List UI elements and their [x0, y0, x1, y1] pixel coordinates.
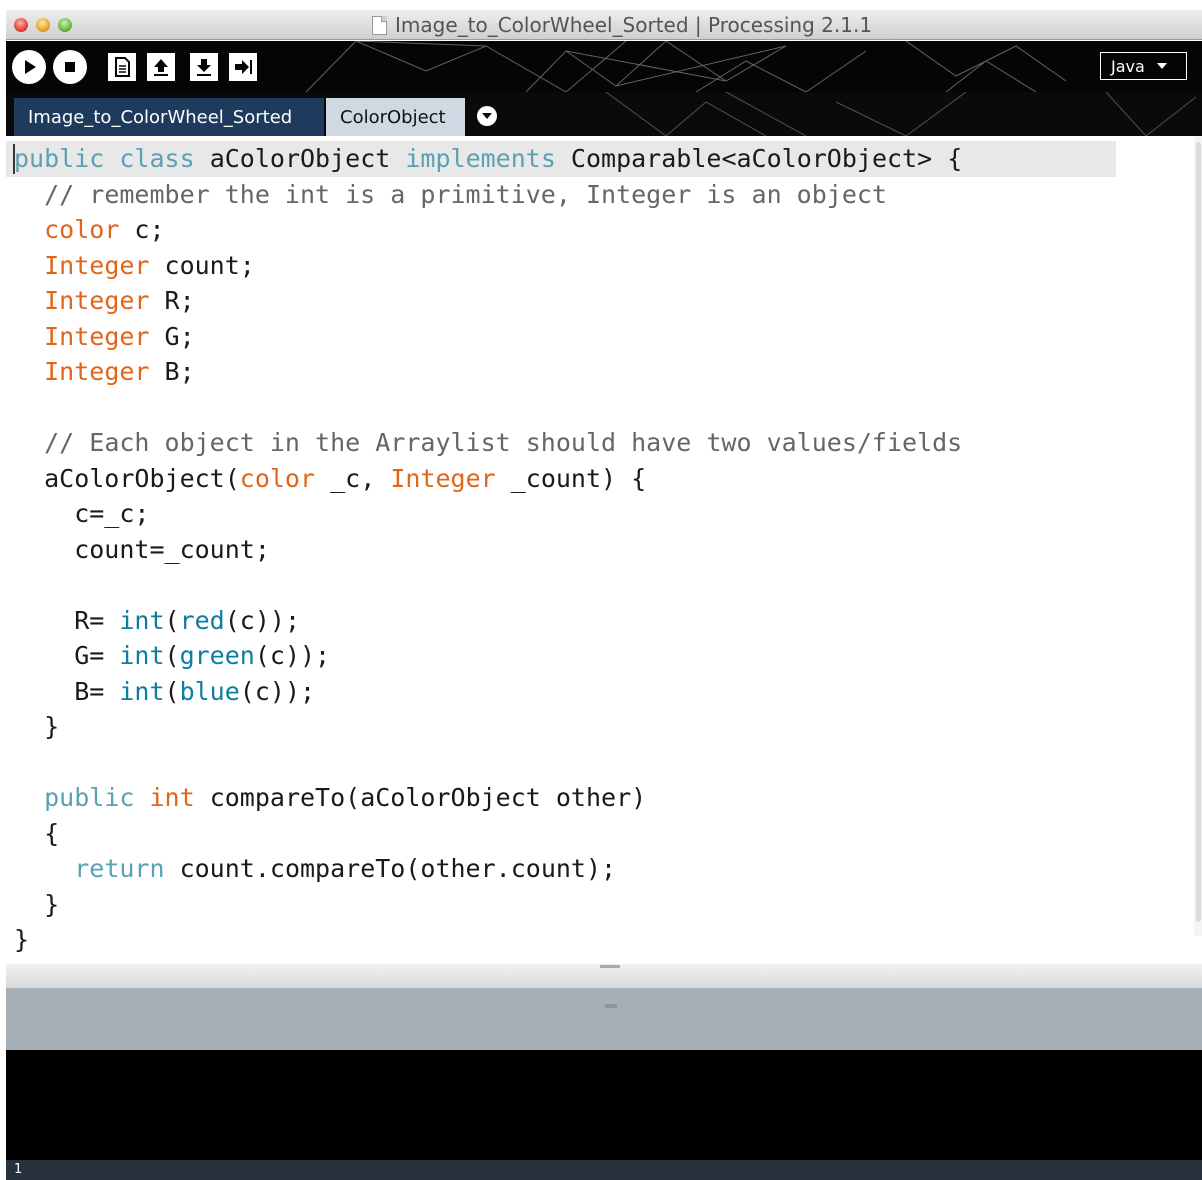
document-icon: [372, 15, 387, 35]
code-line: G= int(green(c));: [14, 641, 331, 670]
window-title: Image_to_ColorWheel_Sorted | Processing …: [395, 13, 873, 37]
tab-image-to-colorwheel-sorted[interactable]: Image_to_ColorWheel_Sorted: [14, 98, 324, 136]
console-output[interactable]: [6, 1050, 1202, 1160]
code-text[interactable]: public class aColorObject implements Com…: [14, 141, 962, 958]
export-button[interactable]: [229, 53, 257, 81]
code-line: // Each object in the Arraylist should h…: [44, 428, 963, 457]
code-line: public int compareTo(aColorObject other): [44, 783, 647, 812]
mode-label: Java: [1111, 56, 1145, 76]
code-line: }: [14, 889, 60, 919]
code-line: }: [14, 925, 30, 954]
zoom-window-button[interactable]: [58, 18, 72, 32]
export-arrow-right-icon: [235, 60, 252, 74]
tab-bar: Image_to_ColorWheel_Sorted ColorObject: [6, 92, 1202, 136]
window-title-area: Image_to_ColorWheel_Sorted | Processing …: [372, 13, 873, 37]
mode-select[interactable]: Java: [1100, 52, 1187, 80]
code-line: count=_count;: [14, 534, 270, 564]
code-line: Integer R;: [44, 286, 195, 315]
line-number: 1: [14, 1162, 23, 1177]
chevron-down-icon: [482, 113, 492, 119]
editor-scrollbar[interactable]: [1194, 136, 1202, 936]
code-line: aColorObject(color _c, Integer _count) {: [14, 463, 647, 493]
status-footer: 1: [6, 1160, 1202, 1180]
divider-grip-handle[interactable]: [600, 965, 620, 968]
code-line: Integer B;: [44, 357, 195, 386]
close-window-button[interactable]: [14, 18, 28, 32]
code-line: }: [14, 712, 60, 741]
code-line: public class aColorObject implements Com…: [14, 144, 963, 173]
save-button[interactable]: [190, 53, 218, 81]
code-line: R= int(red(c));: [14, 605, 300, 635]
tab-menu-button[interactable]: [477, 106, 497, 126]
message-area: [6, 988, 1202, 1050]
open-arrow-up-icon: [154, 59, 168, 76]
code-line: return count.compareTo(other.count);: [74, 854, 617, 883]
toolbar: Java: [6, 41, 1202, 92]
code-line: Integer G;: [44, 321, 195, 351]
minimize-window-button[interactable]: [36, 18, 50, 32]
chevron-down-icon: [1156, 63, 1167, 69]
toolbar-background-mesh: [305, 41, 1067, 92]
new-file-icon: [115, 57, 130, 77]
tab-colorobject[interactable]: ColorObject: [326, 98, 465, 136]
code-line: {: [14, 818, 60, 848]
code-line: B= int(blue(c));: [14, 676, 316, 706]
title-bar: Image_to_ColorWheel_Sorted | Processing …: [6, 10, 1202, 40]
save-arrow-down-icon: [197, 59, 211, 76]
new-button[interactable]: [108, 53, 136, 81]
code-editor[interactable]: public class aColorObject implements Com…: [6, 136, 1202, 964]
message-grip-handle: [605, 1004, 617, 1008]
code-line: Integer count;: [44, 250, 255, 280]
tab-label: ColorObject: [340, 106, 446, 128]
run-button[interactable]: [12, 50, 46, 84]
play-icon: [25, 60, 36, 74]
console-divider[interactable]: [6, 964, 1202, 988]
code-line: // remember the int is a primitive, Inte…: [44, 179, 887, 209]
stop-icon: [65, 62, 75, 72]
stop-button[interactable]: [53, 50, 87, 84]
code-line: color c;: [44, 215, 165, 244]
open-button[interactable]: [147, 53, 175, 81]
code-line: c=_c;: [14, 499, 150, 528]
tab-label: Image_to_ColorWheel_Sorted: [28, 106, 293, 128]
